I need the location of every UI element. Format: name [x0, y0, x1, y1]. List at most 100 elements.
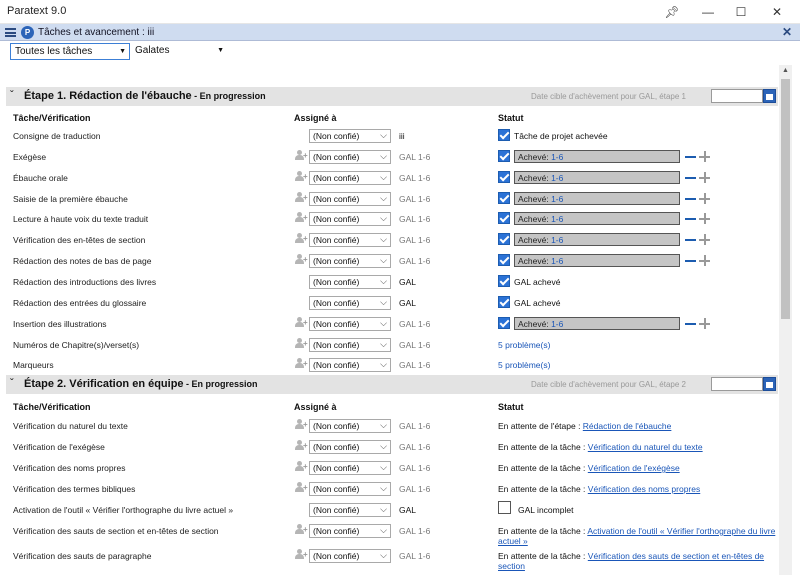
assignee-dropdown[interactable]: (Non confié) ⌵: [309, 461, 391, 475]
prerequisite-link[interactable]: Vérification des noms propres: [588, 484, 700, 494]
assignee-dropdown[interactable]: (Non confié) ⌵: [309, 317, 391, 331]
stage-2-date-input[interactable]: [711, 377, 763, 391]
stage-2-header[interactable]: ˇ Étape 2. Vérification en équipe - En p…: [6, 375, 778, 394]
assignee-dropdown[interactable]: (Non confié) ⌵: [309, 150, 391, 164]
calendar-icon[interactable]: [763, 89, 776, 103]
complete-checkbox[interactable]: [498, 212, 510, 224]
prerequisite-link[interactable]: Vérification du naturel du texte: [588, 442, 703, 452]
toolbar: Toutes les tâches ▼ Galates ▼: [0, 41, 800, 63]
assign-person-icon[interactable]: +: [294, 171, 308, 182]
assign-person-icon[interactable]: +: [294, 317, 308, 328]
complete-checkbox[interactable]: [498, 129, 510, 141]
vertical-scrollbar[interactable]: ▲: [779, 65, 792, 575]
collapse-chevron-icon[interactable]: ˇ: [10, 378, 13, 389]
progress-field[interactable]: Achevé: 1-6: [514, 212, 680, 225]
assign-person-icon[interactable]: +: [294, 338, 308, 349]
minus-icon[interactable]: [685, 239, 696, 241]
assignee-dropdown[interactable]: (Non confié) ⌵: [309, 358, 391, 372]
progress-field[interactable]: Achevé: 1-6: [514, 317, 680, 330]
problems-link[interactable]: 5 problème(s): [498, 360, 550, 370]
assignee-dropdown[interactable]: (Non confié) ⌵: [309, 524, 391, 538]
progress-field[interactable]: Achevé: 1-6: [514, 233, 680, 246]
task-filter-dropdown[interactable]: Toutes les tâches ▼: [10, 43, 130, 60]
chevron-down-icon: ⌵: [380, 255, 387, 265]
minus-icon[interactable]: [685, 177, 696, 179]
assignee-dropdown[interactable]: (Non confié) ⌵: [309, 549, 391, 563]
calendar-icon[interactable]: [763, 377, 776, 391]
prerequisite-link[interactable]: Rédaction de l'ébauche: [583, 421, 672, 431]
assign-person-icon[interactable]: +: [294, 440, 308, 451]
problems-link[interactable]: 5 problème(s): [498, 340, 550, 350]
task-name: Numéros de Chapitre(s)/verset(s): [13, 340, 140, 350]
minus-icon[interactable]: [685, 218, 696, 220]
complete-checkbox[interactable]: [498, 171, 510, 183]
progress-field[interactable]: Achevé: 1-6: [514, 254, 680, 267]
task-name: Exégèse: [13, 152, 47, 162]
assignee-dropdown[interactable]: (Non confié) ⌵: [309, 129, 391, 143]
minimize-button[interactable]: —: [692, 0, 724, 24]
plus-icon[interactable]: [699, 172, 710, 183]
assign-person-icon[interactable]: +: [294, 233, 308, 244]
progress-field[interactable]: Achevé: 1-6: [514, 150, 680, 163]
plus-icon[interactable]: [699, 234, 710, 245]
collapse-chevron-icon[interactable]: ˇ: [10, 90, 13, 101]
menu-icon[interactable]: [5, 28, 16, 37]
close-window-button[interactable]: ✕: [761, 0, 793, 24]
complete-checkbox[interactable]: [498, 501, 511, 514]
assignee-dropdown[interactable]: (Non confié) ⌵: [309, 192, 391, 206]
chevron-down-icon: ⌵: [380, 462, 387, 472]
complete-checkbox[interactable]: [498, 275, 510, 287]
assign-person-icon[interactable]: +: [294, 358, 308, 369]
minus-icon[interactable]: [685, 198, 696, 200]
stage-1-header[interactable]: ˇ Étape 1. Rédaction de l'ébauche - En p…: [6, 87, 778, 106]
progress-field[interactable]: Achevé: 1-6: [514, 171, 680, 184]
pin-icon[interactable]: 📌︎: [656, 0, 688, 24]
assignee-dropdown[interactable]: (Non confié) ⌵: [309, 419, 391, 433]
maximize-button[interactable]: ☐: [725, 0, 757, 24]
assignee-dropdown[interactable]: (Non confié) ⌵: [309, 254, 391, 268]
assign-person-icon[interactable]: +: [294, 254, 308, 265]
assign-person-icon[interactable]: +: [294, 212, 308, 223]
assign-person-icon[interactable]: +: [294, 461, 308, 472]
assign-person-icon[interactable]: +: [294, 482, 308, 493]
assignee-dropdown[interactable]: (Non confié) ⌵: [309, 482, 391, 496]
assignee-dropdown[interactable]: (Non confié) ⌵: [309, 503, 391, 517]
plus-icon[interactable]: [699, 318, 710, 329]
plus-icon[interactable]: [699, 193, 710, 204]
assignee-dropdown[interactable]: (Non confié) ⌵: [309, 440, 391, 454]
plus-icon[interactable]: [699, 255, 710, 266]
assignee-dropdown[interactable]: (Non confié) ⌵: [309, 338, 391, 352]
column-header-status: Statut: [498, 113, 524, 123]
minus-icon[interactable]: [685, 260, 696, 262]
complete-checkbox[interactable]: [498, 296, 510, 308]
complete-checkbox[interactable]: [498, 317, 510, 329]
progress-field[interactable]: Achevé: 1-6: [514, 192, 680, 205]
prerequisite-link[interactable]: Vérification de l'exégèse: [588, 463, 680, 473]
book-dropdown[interactable]: Galates ▼: [131, 43, 227, 60]
plus-icon[interactable]: [699, 151, 710, 162]
assignee-dropdown[interactable]: (Non confié) ⌵: [309, 212, 391, 226]
assign-person-icon[interactable]: +: [294, 192, 308, 203]
assign-person-icon[interactable]: +: [294, 419, 308, 430]
assignee-dropdown[interactable]: (Non confié) ⌵: [309, 296, 391, 310]
plus-icon[interactable]: [699, 213, 710, 224]
stage-1-date-input[interactable]: [711, 89, 763, 103]
complete-checkbox[interactable]: [498, 192, 510, 204]
chevron-down-icon: ⌵: [380, 151, 387, 161]
chevron-down-icon: ⌵: [380, 339, 387, 349]
assignee-dropdown[interactable]: (Non confié) ⌵: [309, 171, 391, 185]
assignee-dropdown[interactable]: (Non confié) ⌵: [309, 233, 391, 247]
assignee-dropdown[interactable]: (Non confié) ⌵: [309, 275, 391, 289]
minus-icon[interactable]: [685, 323, 696, 325]
scroll-up-icon[interactable]: ▲: [779, 65, 792, 77]
assign-person-icon[interactable]: +: [294, 524, 308, 535]
complete-checkbox[interactable]: [498, 150, 510, 162]
pane-close-icon[interactable]: ✕: [782, 25, 792, 39]
waiting-status: En attente de la tâche : Activation de l…: [498, 526, 776, 546]
minus-icon[interactable]: [685, 156, 696, 158]
assign-person-icon[interactable]: +: [294, 549, 308, 560]
scroll-thumb[interactable]: [781, 79, 790, 319]
complete-checkbox[interactable]: [498, 254, 510, 266]
assign-person-icon[interactable]: +: [294, 150, 308, 161]
complete-checkbox[interactable]: [498, 233, 510, 245]
